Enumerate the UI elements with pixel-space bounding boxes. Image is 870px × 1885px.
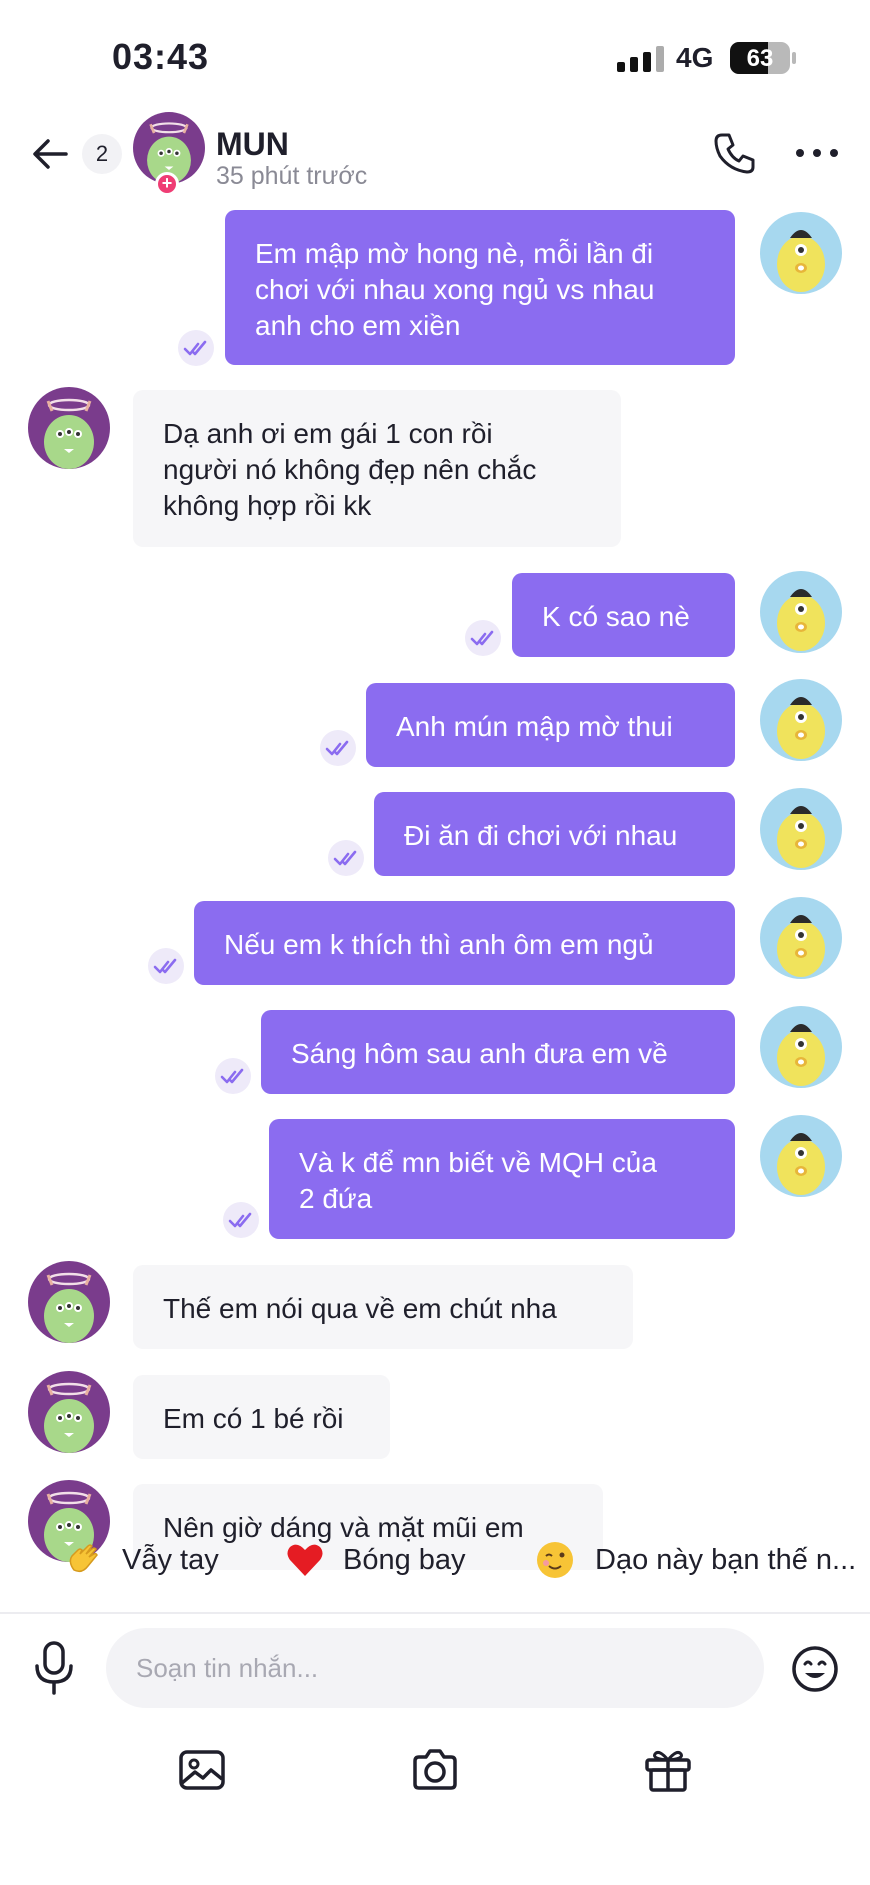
- incoming-message[interactable]: Thế em nói qua về em chút nha: [133, 1265, 633, 1349]
- chat-header: 2 + MUN 35 phút trước: [0, 110, 870, 206]
- read-receipt-icon: [223, 1202, 259, 1238]
- outgoing-message[interactable]: Em mập mờ hong nè, mỗi lần đi chơi với nh…: [225, 210, 735, 365]
- microphone-icon[interactable]: [32, 1640, 76, 1696]
- read-receipt-icon: [215, 1058, 251, 1094]
- read-receipt-icon: [178, 330, 214, 366]
- outgoing-message[interactable]: Nếu em k thích thì anh ôm em ngủ: [194, 901, 735, 985]
- message-text-line: Và k để mn biết về MQH của: [299, 1147, 657, 1178]
- last-seen-status: 35 phút trước: [216, 162, 368, 190]
- quick-reply-label: Dạo này bạn thế n...: [595, 1544, 857, 1576]
- outgoing-message[interactable]: K có sao nè: [512, 573, 735, 657]
- contact-avatar[interactable]: [28, 1371, 110, 1453]
- my-avatar[interactable]: [760, 679, 842, 761]
- message-text-line: K có sao nè: [542, 601, 690, 632]
- message-text-line: không hợp rồi kk: [163, 490, 372, 521]
- outgoing-message[interactable]: Đi ăn đi chơi với nhau: [374, 792, 735, 876]
- message-text-line: người nó không đẹp nên chắc: [163, 454, 537, 485]
- back-arrow-icon[interactable]: [28, 132, 72, 176]
- my-avatar[interactable]: [760, 788, 842, 870]
- message-text-line: Đi ăn đi chơi với nhau: [404, 820, 678, 851]
- message-text-line: Nếu em k thích thì anh ôm em ngủ: [224, 929, 654, 960]
- my-avatar[interactable]: [760, 897, 842, 979]
- message-text-line: Dạ anh ơi em gái 1 con rồi: [163, 418, 493, 449]
- winking-face-icon: [537, 1542, 573, 1578]
- my-avatar[interactable]: [760, 212, 842, 294]
- quick-reply-greeting[interactable]: Dạo này bạn thế n...: [535, 1530, 870, 1590]
- incoming-message[interactable]: Dạ anh ơi em gái 1 con rồi người nó không…: [133, 390, 621, 547]
- image-icon[interactable]: [177, 1745, 227, 1795]
- quick-reply-label: Vẫy tay: [122, 1544, 219, 1576]
- read-receipt-icon: [328, 840, 364, 876]
- read-receipt-icon: [148, 948, 184, 984]
- quick-reply-bar: Vẫy tay Bóng bay Dạo này bạn thế n...: [30, 1530, 870, 1590]
- emoji-picker-icon[interactable]: [790, 1644, 840, 1694]
- outgoing-message[interactable]: Và k để mn biết về MQH của 2 đứa: [269, 1119, 735, 1239]
- more-options-icon[interactable]: [792, 130, 842, 176]
- message-list[interactable]: Em mập mờ hong nè, mỗi lần đi chơi với nh…: [0, 0, 870, 1570]
- message-text-line: anh cho em xiền: [255, 310, 461, 341]
- quick-reply-wave[interactable]: Vẫy tay: [30, 1530, 230, 1590]
- read-receipt-icon: [320, 730, 356, 766]
- outgoing-message[interactable]: Sáng hôm sau anh đưa em về: [261, 1010, 735, 1094]
- contact-name[interactable]: MUN: [216, 126, 289, 163]
- message-text-line: Thế em nói qua về em chút nha: [163, 1293, 557, 1324]
- message-text-line: Em mập mờ hong nè, mỗi lần đi: [255, 238, 654, 269]
- outgoing-message[interactable]: Anh mún mập mờ thui: [366, 683, 735, 767]
- quick-reply-label: Bóng bay: [343, 1544, 466, 1576]
- contact-avatar[interactable]: [28, 387, 110, 469]
- phone-call-icon[interactable]: [712, 130, 758, 176]
- message-text-line: Anh mún mập mờ thui: [396, 711, 673, 742]
- my-avatar[interactable]: [760, 1115, 842, 1197]
- message-text-line: chơi với nhau xong ngủ vs nhau: [255, 274, 655, 305]
- contact-avatar[interactable]: [28, 1261, 110, 1343]
- composer-divider: [0, 1612, 870, 1614]
- waving-hand-icon: [69, 1544, 98, 1573]
- read-receipt-icon: [465, 620, 501, 656]
- unread-count-badge[interactable]: 2: [82, 134, 122, 174]
- add-friend-badge[interactable]: +: [155, 172, 179, 196]
- gift-icon[interactable]: [643, 1745, 693, 1795]
- my-avatar[interactable]: [760, 1006, 842, 1088]
- message-input[interactable]: [106, 1628, 764, 1708]
- message-text-line: 2 đứa: [299, 1183, 373, 1214]
- heart-icon: [287, 1544, 323, 1576]
- my-avatar[interactable]: [760, 571, 842, 653]
- quick-reply-balloon[interactable]: Bóng bay: [285, 1530, 485, 1590]
- incoming-message[interactable]: Em có 1 bé rồi: [133, 1375, 390, 1459]
- camera-icon[interactable]: [410, 1745, 460, 1795]
- message-text-line: Sáng hôm sau anh đưa em về: [291, 1038, 668, 1069]
- message-text-line: Em có 1 bé rồi: [163, 1403, 344, 1434]
